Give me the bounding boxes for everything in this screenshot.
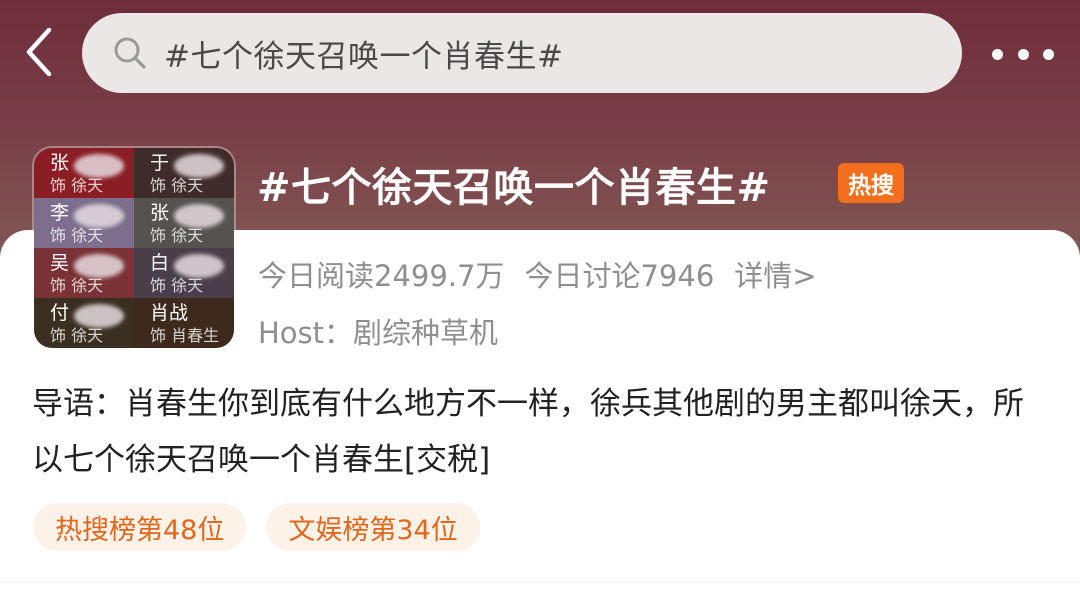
thumbnail-cell: 白 饰 徐天 [134, 248, 234, 298]
blur-mask [74, 154, 124, 178]
discussion-count: 今日讨论7946 [524, 259, 715, 293]
more-dot [1043, 48, 1054, 60]
more-button[interactable] [988, 36, 1058, 72]
topic-thumbnail[interactable]: 张 饰 徐天 于 饰 徐天 李 饰 徐天 张 饰 徐天 吴 饰 徐天 白 饰 徐… [32, 146, 236, 350]
search-text: #七个徐天召唤一个肖春生# [164, 38, 564, 75]
blur-mask [174, 254, 224, 278]
back-button[interactable] [14, 22, 64, 82]
thumbnail-cell: 付 饰 徐天 [34, 298, 134, 348]
topic-title: #七个徐天召唤一个肖春生# [257, 165, 771, 211]
cell-role: 饰 徐天 [50, 176, 104, 195]
blur-mask [174, 154, 224, 178]
entertainment-rank-tag[interactable]: 文娱榜第34位 [266, 503, 480, 551]
divider [0, 582, 1080, 583]
blur-mask [74, 254, 124, 278]
cell-name: 肖战 [150, 302, 189, 324]
topic-stats: 今日阅读2499.7万 今日讨论7946 详情> [258, 253, 817, 295]
cell-role: 饰 徐天 [150, 176, 204, 195]
host-info[interactable]: Host：剧综种草机 [258, 310, 498, 352]
details-link[interactable]: 详情> [734, 253, 816, 295]
hot-badge: 热搜 [838, 163, 904, 203]
cell-role: 饰 徐天 [150, 226, 204, 245]
hot-search-rank-tag[interactable]: 热搜榜第48位 [33, 503, 247, 551]
cell-role: 饰 徐天 [50, 226, 104, 245]
more-dot [1017, 48, 1029, 60]
cell-role: 饰 肖春生 [150, 326, 220, 345]
search-bar[interactable]: #七个徐天召唤一个肖春生# [82, 13, 962, 93]
back-chevron-icon [26, 27, 52, 77]
topic-intro: 导语：肖春生你到底有什么地方不一样，徐兵其他剧的男主都叫徐天，所以七个徐天召唤一… [32, 386, 1024, 478]
thumbnail-cell: 张 饰 徐天 [134, 198, 234, 248]
cell-role: 饰 徐天 [50, 326, 104, 345]
thumbnail-cell: 于 饰 徐天 [134, 148, 234, 198]
more-dot [992, 48, 1003, 60]
blur-mask [174, 204, 224, 228]
thumbnail-cell: 肖战 饰 肖春生 [134, 298, 234, 348]
thumbnail-cell: 李 饰 徐天 [34, 198, 134, 248]
cell-role: 饰 徐天 [150, 276, 204, 295]
blur-mask [74, 304, 124, 328]
search-icon [110, 33, 150, 73]
rank-tags: 热搜榜第48位 文娱榜第34位 [33, 503, 480, 551]
thumbnail-cell: 吴 饰 徐天 [34, 248, 134, 298]
thumbnail-cell: 张 饰 徐天 [34, 148, 134, 198]
cell-role: 饰 徐天 [50, 276, 104, 295]
blur-mask [74, 204, 124, 228]
read-count: 今日阅读2499.7万 [258, 259, 505, 293]
